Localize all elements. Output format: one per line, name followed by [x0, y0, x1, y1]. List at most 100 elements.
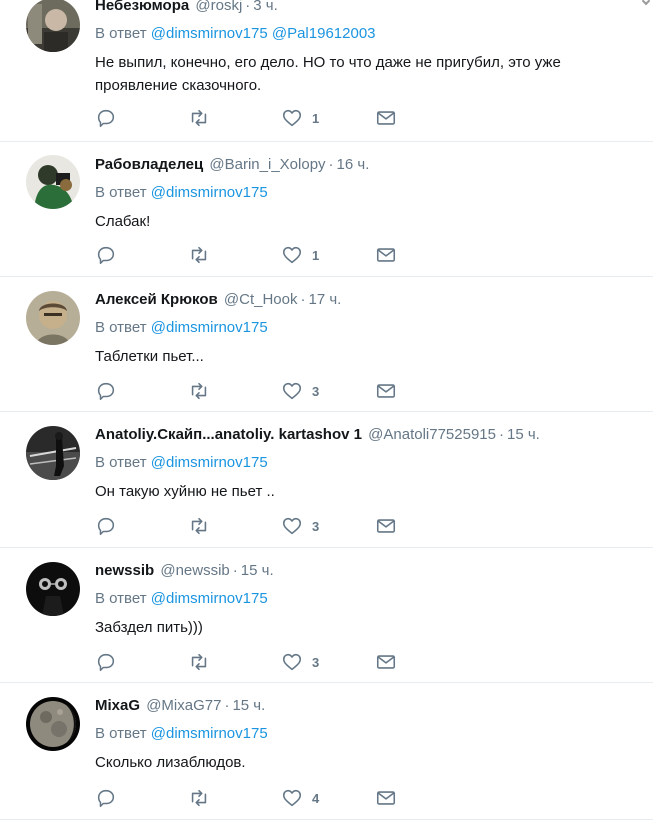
retweet-button[interactable]	[188, 244, 210, 266]
tweet-text: Слабак!	[95, 213, 151, 230]
reply-prefix: В ответ	[95, 590, 147, 607]
tweet-actions: 3	[95, 380, 415, 402]
mention-link[interactable]: @dimsmirnov175	[151, 590, 268, 607]
reply-icon	[97, 653, 115, 672]
retweet-icon	[191, 789, 207, 807]
author-name[interactable]: Anatoliy.Скайп...anatoliy. kartashov 1	[95, 426, 362, 443]
reply-button[interactable]	[95, 244, 117, 266]
tweet[interactable]: MixaG @MixaG77 · 15 ч. В ответ @dimsmirnov…	[0, 683, 653, 820]
like-count: 3	[312, 654, 320, 670]
author-handle[interactable]: @MixaG77	[146, 697, 221, 714]
retweet-icon	[191, 653, 207, 671]
like-button[interactable]: 3	[281, 515, 319, 537]
tweet[interactable]: newssib @newssib · 15 ч. В ответ @dimsmirn…	[0, 548, 653, 683]
mention-link[interactable]: @Pal19612003	[272, 25, 376, 42]
tweet[interactable]: Anatoliy.Скайп...anatoliy. kartashov 1 @…	[0, 412, 653, 548]
reply-button[interactable]	[95, 515, 117, 537]
tweet-actions: 4	[95, 787, 415, 809]
author-handle[interactable]: @roskj	[195, 0, 242, 14]
direct-message-button[interactable]	[375, 515, 397, 537]
separator-dot: ·	[224, 697, 230, 714]
tweet[interactable]: Алексей Крюков @Ct_Hook · 17 ч. В ответ @d…	[0, 277, 653, 412]
like-button[interactable]: 3	[281, 380, 319, 402]
timestamp[interactable]: 15 ч.	[241, 562, 274, 579]
separator-dot: ·	[328, 156, 334, 173]
retweet-button[interactable]	[188, 787, 210, 809]
author-handle[interactable]: @Barin_i_Xolopy	[209, 156, 325, 173]
reply-button[interactable]	[95, 651, 117, 673]
envelope-icon	[376, 384, 396, 398]
tweet-text: Забздел пить)))	[95, 619, 203, 636]
reply-context: В ответ @dimsmirnov175	[95, 724, 268, 744]
author-name[interactable]: Алексей Крюков	[95, 291, 218, 308]
retweet-icon	[191, 109, 207, 127]
like-count: 1	[312, 110, 320, 126]
retweet-icon	[191, 517, 207, 535]
retweet-button[interactable]	[188, 651, 210, 673]
retweet-icon	[191, 382, 207, 400]
retweet-button[interactable]	[188, 107, 210, 129]
reply-icon	[97, 789, 115, 808]
reply-context: В ответ @dimsmirnov175 @Pal19612003	[95, 24, 376, 44]
direct-message-button[interactable]	[375, 651, 397, 673]
separator-dot: ·	[499, 426, 504, 443]
author-name[interactable]: Небезюмора	[95, 0, 189, 14]
reply-button[interactable]	[95, 787, 117, 809]
mention-link[interactable]: @dimsmirnov175	[151, 725, 268, 742]
like-button[interactable]: 3	[281, 651, 319, 673]
envelope-icon	[376, 248, 396, 262]
author-handle[interactable]: @Ct_Hook	[224, 291, 298, 308]
tweet[interactable]: Небезюмора @roskj · 3 ч. В ответ @dimsmirn…	[0, 0, 653, 142]
avatar[interactable]	[26, 155, 80, 209]
reply-context: В ответ @dimsmirnov175	[95, 453, 268, 473]
author-name[interactable]: newssib	[95, 562, 154, 579]
author-name[interactable]: Рабовладелец	[95, 156, 203, 173]
timestamp[interactable]: 15 ч.	[232, 697, 265, 714]
reply-context: В ответ @dimsmirnov175	[95, 589, 268, 609]
direct-message-button[interactable]	[375, 380, 397, 402]
avatar[interactable]	[26, 291, 80, 345]
heart-icon	[282, 653, 302, 671]
envelope-icon	[376, 791, 396, 805]
like-count: 3	[312, 518, 320, 534]
avatar[interactable]	[26, 562, 80, 616]
tweet[interactable]: Рабовладелец @Barin_i_Xolopy · 16 ч. В отв…	[0, 142, 653, 277]
avatar[interactable]	[26, 426, 80, 480]
like-button[interactable]: 4	[281, 787, 319, 809]
mention-link[interactable]: @dimsmirnov175	[151, 319, 268, 336]
mention-link[interactable]: @dimsmirnov175	[151, 184, 268, 201]
mention-link[interactable]: @dimsmirnov175	[151, 25, 268, 42]
author-handle[interactable]: @newssib	[160, 562, 229, 579]
mention-link[interactable]: @dimsmirnov175	[151, 454, 268, 471]
avatar[interactable]	[26, 697, 80, 751]
heart-icon	[282, 789, 302, 807]
timestamp[interactable]: 16 ч.	[337, 156, 370, 173]
reply-prefix: В ответ	[95, 725, 147, 742]
tweet-text: Он такую хуйню не пьет ..	[95, 483, 275, 500]
timestamp[interactable]: 15 ч.	[507, 426, 540, 443]
like-button[interactable]: 1	[281, 244, 319, 266]
direct-message-button[interactable]	[375, 107, 397, 129]
author-name[interactable]: MixaG	[95, 697, 140, 714]
heart-icon	[282, 382, 302, 400]
retweet-icon	[191, 246, 207, 264]
direct-message-button[interactable]	[375, 787, 397, 809]
reply-icon	[97, 109, 115, 128]
avatar[interactable]	[26, 0, 80, 52]
reply-button[interactable]	[95, 380, 117, 402]
reply-prefix: В ответ	[95, 454, 147, 471]
envelope-icon	[376, 111, 396, 125]
tweet-header: Алексей Крюков @Ct_Hook · 17 ч.	[95, 290, 341, 310]
retweet-button[interactable]	[188, 515, 210, 537]
timestamp[interactable]: 17 ч.	[308, 291, 341, 308]
timestamp[interactable]: 3 ч.	[253, 0, 278, 14]
reply-button[interactable]	[95, 107, 117, 129]
direct-message-button[interactable]	[375, 244, 397, 266]
like-button[interactable]: 1	[281, 107, 319, 129]
retweet-button[interactable]	[188, 380, 210, 402]
tweet-text: Таблетки пьет...	[95, 348, 204, 365]
tweet-text: Не выпил, конечно, его дело. НО то что д…	[95, 54, 561, 94]
author-handle[interactable]: @Anatoli77525915	[368, 426, 496, 443]
tweet-text: Сколько лизаблюдов.	[95, 754, 246, 771]
tweet-header: Anatoliy.Скайп...anatoliy. kartashov 1 @…	[95, 425, 540, 445]
